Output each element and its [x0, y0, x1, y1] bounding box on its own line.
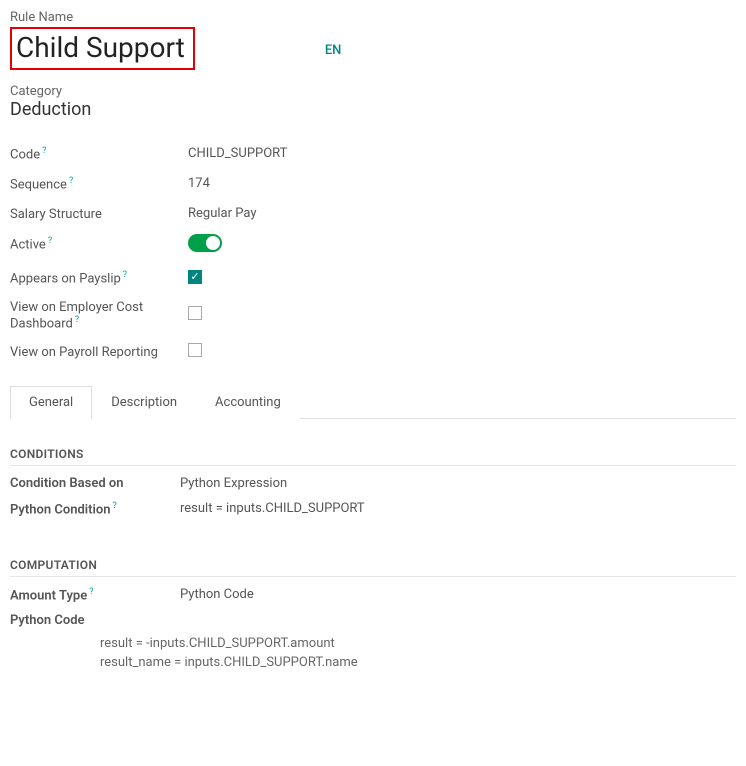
python-code-block[interactable]: result = -inputs.CHILD_SUPPORT.amount re… — [100, 634, 736, 673]
active-label: Active — [10, 237, 46, 252]
amount-type-value[interactable]: Python Code — [180, 587, 254, 603]
view-employer-cost-checkbox[interactable] — [188, 306, 202, 320]
rule-name-value[interactable]: Child Support — [16, 31, 185, 64]
rule-name-highlight: Child Support — [10, 27, 195, 70]
code-value[interactable]: CHILD_SUPPORT — [188, 138, 287, 168]
computation-title: COMPUTATION — [10, 558, 736, 577]
tab-general[interactable]: General — [10, 386, 92, 419]
view-payroll-reporting-checkbox[interactable] — [188, 343, 202, 357]
tabs: General Description Accounting — [10, 385, 736, 419]
help-icon[interactable]: ? — [48, 236, 52, 246]
python-code-line: result = -inputs.CHILD_SUPPORT.amount — [100, 634, 736, 654]
active-toggle[interactable] — [188, 234, 222, 252]
category-label: Category — [10, 84, 62, 99]
python-condition-label: Python Condition — [10, 503, 111, 518]
appears-on-payslip-checkbox[interactable]: ✓ — [188, 270, 202, 284]
category-value[interactable]: Deduction — [10, 99, 736, 120]
sequence-label: Sequence — [10, 178, 67, 193]
help-icon[interactable]: ? — [42, 146, 46, 156]
rule-fields: Code? CHILD_SUPPORT Sequence? 174 Salary… — [10, 138, 287, 367]
language-switch[interactable]: EN — [325, 43, 342, 58]
help-icon[interactable]: ? — [69, 176, 73, 186]
help-icon[interactable]: ? — [75, 315, 79, 325]
condition-based-on-value[interactable]: Python Expression — [180, 476, 287, 491]
tab-description[interactable]: Description — [92, 386, 196, 419]
condition-based-on-label: Condition Based on — [10, 476, 180, 491]
python-code-label: Python Code — [10, 613, 180, 628]
rule-name-label: Rule Name — [10, 10, 73, 25]
conditions-title: CONDITIONS — [10, 447, 736, 466]
sequence-value[interactable]: 174 — [188, 168, 287, 198]
view-payroll-reporting-label: View on Payroll Reporting — [10, 337, 188, 367]
help-icon[interactable]: ? — [113, 501, 117, 511]
tab-accounting[interactable]: Accounting — [196, 386, 300, 419]
help-icon[interactable]: ? — [123, 270, 127, 280]
python-condition-value[interactable]: result = inputs.CHILD_SUPPORT — [180, 501, 365, 517]
python-code-line: result_name = inputs.CHILD_SUPPORT.name — [100, 653, 736, 673]
help-icon[interactable]: ? — [89, 587, 93, 597]
amount-type-label: Amount Type — [10, 588, 87, 603]
appears-on-payslip-label: Appears on Payslip — [10, 271, 121, 286]
salary-structure-value[interactable]: Regular Pay — [188, 199, 287, 228]
code-label: Code — [10, 147, 40, 162]
salary-structure-label: Salary Structure — [10, 199, 188, 228]
